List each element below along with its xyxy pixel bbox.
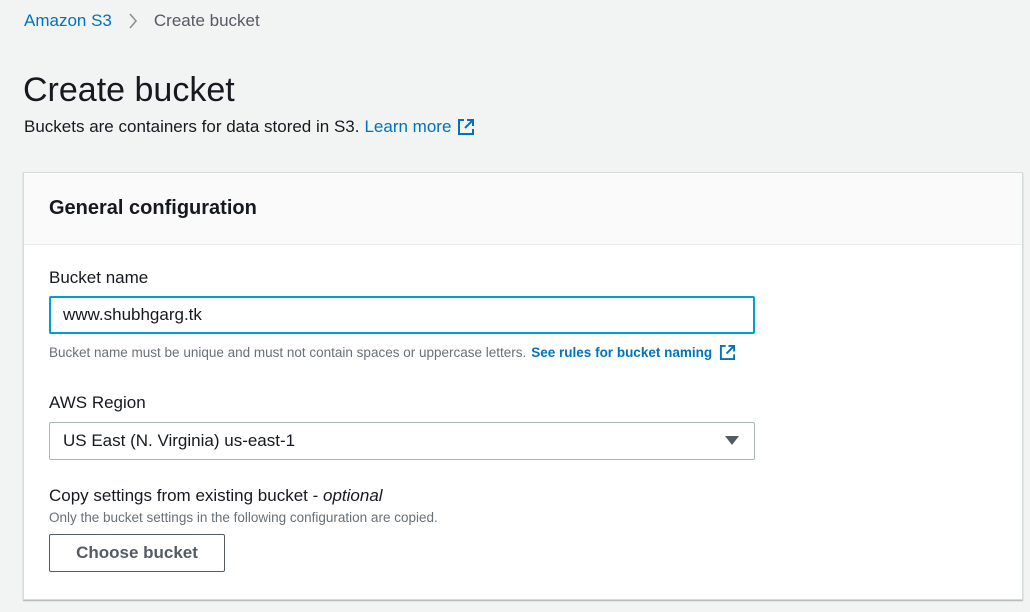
aws-region-selected-value: US East (N. Virginia) us-east-1 [63,431,296,450]
panel-title: General configuration [49,197,257,219]
bucket-naming-rules-label: See rules for bucket naming [531,344,713,360]
panel-header: General configuration [24,173,1022,245]
optional-tag: optional [323,486,383,505]
external-link-icon [720,344,736,361]
page-description-text: Buckets are containers for data stored i… [24,117,360,136]
breadcrumb-current: Create bucket [153,11,260,30]
aws-region-label: AWS Region [49,393,146,412]
aws-region-select[interactable]: US East (N. Virginia) us-east-1 [49,422,755,460]
copy-settings-label: Copy settings from existing bucket - opt… [49,486,383,506]
caret-down-icon [725,436,739,445]
external-link-icon [458,119,475,135]
page-description: Buckets are containers for data stored i… [24,117,475,137]
chevron-right-icon [128,13,138,29]
bucket-naming-rules-link[interactable]: See rules for bucket naming [531,344,736,361]
bucket-name-hint-text: Bucket name must be unique and must not … [49,344,527,360]
breadcrumb: Amazon S3 Create bucket [24,11,260,31]
learn-more-link[interactable]: Learn more [364,117,475,137]
copy-settings-hint: Only the bucket settings in the followin… [49,510,438,525]
bucket-name-hint: Bucket name must be unique and must not … [49,344,736,361]
breadcrumb-amazon-s3-link[interactable]: Amazon S3 [24,11,112,31]
learn-more-label: Learn more [364,117,452,136]
page-title: Create bucket [23,71,235,109]
general-configuration-panel: General configuration Bucket name Bucket… [23,172,1023,600]
bucket-name-label: Bucket name [49,268,149,287]
choose-bucket-button[interactable]: Choose bucket [49,534,225,572]
bucket-name-input[interactable] [49,296,755,334]
copy-settings-label-text: Copy settings from existing bucket - [49,486,324,505]
